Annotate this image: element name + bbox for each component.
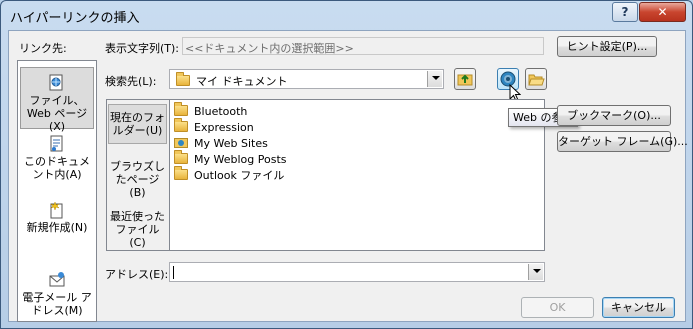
address-label: アドレス(E):: [105, 268, 169, 281]
display-text-label: 表示文字列(T):: [105, 42, 180, 55]
display-text-value: <<ドキュメント内の選択範囲>>: [185, 42, 354, 55]
linkbar-item-label: ファイル、Web ページ(X): [26, 94, 88, 133]
file-name: Outlook ファイル: [194, 169, 285, 182]
display-text-field[interactable]: <<ドキュメント内の選択範囲>>: [182, 37, 544, 55]
place-recent-files[interactable]: 最近使ったファイル(C): [108, 204, 167, 249]
chevron-down-icon[interactable]: [528, 264, 543, 280]
file-name: Bluetooth: [194, 105, 248, 118]
list-item[interactable]: My Weblog Posts: [174, 150, 287, 168]
folder-icon: [174, 150, 188, 164]
email-icon: [49, 271, 65, 289]
linkbar-item-new-document[interactable]: 新規作成(N): [20, 201, 94, 245]
dialog-title: ハイパーリンクの挿入: [10, 11, 140, 26]
browse-file-button[interactable]: [525, 68, 547, 90]
address-combo[interactable]: [169, 262, 545, 282]
place-browsed-pages[interactable]: ブラウズしたページ(B): [108, 154, 167, 199]
ok-button[interactable]: OK: [521, 297, 594, 318]
linkbar-item-this-document[interactable]: このドキュメント内(A): [20, 135, 94, 183]
link-to-bar: ファイル、Web ページ(X) このドキュメント内(A) 新規作成(N) 電子メ…: [17, 60, 97, 322]
web-page-icon: [49, 74, 65, 92]
file-name: My Weblog Posts: [194, 153, 287, 166]
dialog-client: リンク先: ファイル、Web ページ(X) このドキュメント内(A) 新規作成(…: [8, 30, 688, 322]
up-folder-icon: [457, 74, 473, 86]
file-name: Expression: [194, 121, 254, 134]
link-to-label: リンク先:: [19, 42, 67, 55]
close-button[interactable]: ✕: [639, 2, 686, 22]
place-current-folder[interactable]: 現在のフォルダー(U): [108, 104, 167, 144]
linkbar-item-email[interactable]: 電子メール アドレス(M): [20, 271, 94, 317]
chevron-down-icon[interactable]: [427, 71, 442, 87]
look-in-combo[interactable]: マイ ドキュメント: [169, 69, 444, 89]
dialog-window: ハイパーリンクの挿入 ? ✕ リンク先: ファイル、Web ページ(X) このド…: [0, 0, 693, 329]
open-folder-icon: [528, 74, 545, 86]
list-item[interactable]: Expression: [174, 118, 254, 136]
cancel-button[interactable]: キャンセル: [602, 297, 675, 318]
list-item[interactable]: My Web Sites: [174, 136, 268, 152]
folder-icon: [174, 118, 188, 132]
text-caret: [173, 266, 174, 279]
document-icon: [49, 135, 65, 153]
places-bar: 現在のフォルダー(U) ブラウズしたページ(B) 最近使ったファイル(C): [106, 99, 169, 251]
file-list: Bluetooth Expression My Web Sites My Web…: [169, 99, 545, 251]
folder-icon: [174, 102, 188, 116]
look-in-value: マイ ドキュメント: [196, 75, 288, 88]
linkbar-item-label: 電子メール アドレス(M): [22, 291, 92, 317]
bookmark-button[interactable]: ブックマーク(O)...: [557, 105, 671, 126]
title-bar[interactable]: ハイパーリンクの挿入 ? ✕: [1, 1, 692, 29]
file-name: My Web Sites: [194, 137, 268, 150]
list-item[interactable]: Bluetooth: [174, 102, 248, 120]
folder-icon: [176, 72, 190, 86]
help-button[interactable]: ?: [612, 2, 638, 22]
new-document-icon: [49, 201, 65, 219]
folder-icon: [174, 166, 188, 180]
web-folder-icon: [174, 136, 188, 148]
look-in-label: 検索先(L):: [105, 75, 157, 88]
linkbar-item-label: 新規作成(N): [26, 221, 88, 234]
up-folder-button[interactable]: [454, 68, 476, 90]
list-item[interactable]: Outlook ファイル: [174, 166, 285, 184]
screentip-button[interactable]: ヒント設定(P)...: [557, 36, 657, 57]
target-frame-button[interactable]: ターゲット フレーム(G)...: [557, 131, 688, 152]
linkbar-item-file-web[interactable]: ファイル、Web ページ(X): [20, 67, 94, 133]
linkbar-item-label: このドキュメント内(A): [24, 155, 90, 181]
